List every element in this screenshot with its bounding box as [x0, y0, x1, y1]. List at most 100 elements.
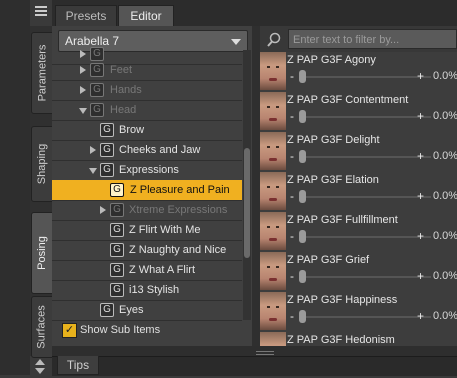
- expand-arrow-icon[interactable]: [90, 146, 96, 154]
- increment-button[interactable]: +: [417, 269, 424, 283]
- collapse-arrow-icon[interactable]: [89, 168, 97, 174]
- tree-scrollbar-thumb[interactable]: [244, 148, 250, 258]
- slider-track[interactable]: [301, 116, 431, 118]
- expand-arrow-icon[interactable]: [80, 50, 86, 58]
- tree-item-z-naughty-and-nice[interactable]: G Z Naughty and Nice: [52, 240, 242, 261]
- group-icon: G: [100, 123, 114, 137]
- expand-arrow-icon[interactable]: [100, 206, 106, 214]
- checkmark-icon[interactable]: ✓: [62, 323, 77, 338]
- tree-item-z-what-a-flirt[interactable]: G Z What A Flirt: [52, 260, 242, 281]
- slider-handle[interactable]: [299, 270, 306, 283]
- morph-slider[interactable]: - +0.0%: [287, 149, 457, 165]
- decrement-button[interactable]: -: [290, 69, 294, 83]
- group-icon: G: [90, 47, 104, 61]
- morph-slider[interactable]: - +0.0%: [287, 269, 457, 285]
- tree-item-label: Z Naughty and Nice: [129, 244, 227, 256]
- slider-track[interactable]: [301, 236, 431, 238]
- resize-grip-icon[interactable]: [256, 347, 274, 355]
- morph-name: Z PAP G3F Fullfillment: [287, 214, 398, 226]
- decrement-button[interactable]: -: [290, 109, 294, 123]
- morph-value[interactable]: 0.0%: [433, 310, 457, 322]
- increment-button[interactable]: +: [417, 189, 424, 203]
- group-icon: G: [100, 163, 114, 177]
- show-sub-items-checkbox[interactable]: ✓ Show Sub Items: [58, 321, 248, 339]
- morph-row[interactable]: Z PAP G3F Delight - +0.0%: [260, 132, 457, 173]
- morph-value[interactable]: 0.0%: [433, 70, 457, 82]
- increment-button[interactable]: +: [417, 309, 424, 323]
- tree-item-xtreme-expressions[interactable]: G Xtreme Expressions: [52, 200, 242, 221]
- tree-item-brow[interactable]: G Brow: [52, 120, 242, 141]
- morph-value[interactable]: 0.0%: [433, 230, 457, 242]
- morph-slider[interactable]: - +0.0%: [287, 109, 457, 125]
- side-tab-label: Parameters: [36, 44, 49, 102]
- slider-handle[interactable]: [299, 110, 306, 123]
- decrement-button[interactable]: -: [290, 269, 294, 283]
- decrement-button[interactable]: -: [290, 149, 294, 163]
- increment-button[interactable]: +: [417, 229, 424, 243]
- morph-row[interactable]: Z PAP G3F Contentment - +0.0%: [260, 92, 457, 133]
- slider-track[interactable]: [301, 156, 431, 158]
- tree-item-hands[interactable]: G Hands: [52, 80, 242, 101]
- expand-arrow-icon[interactable]: [80, 66, 86, 74]
- decrement-button[interactable]: -: [290, 229, 294, 243]
- increment-button[interactable]: +: [417, 69, 424, 83]
- morph-row[interactable]: Z PAP G3F Fullfillment - +0.0%: [260, 212, 457, 253]
- tab-editor[interactable]: Editor: [118, 5, 174, 26]
- top-tab-bar: Presets Editor: [52, 0, 457, 27]
- slider-track[interactable]: [301, 196, 431, 198]
- morph-thumbnail: [260, 252, 286, 290]
- tree-item-head[interactable]: G Head: [52, 100, 242, 121]
- tree-item-i13-stylish[interactable]: G i13 Stylish: [52, 280, 242, 301]
- side-tab-surfaces[interactable]: Surfaces: [31, 296, 53, 358]
- filter-input[interactable]: Enter text to filter by...: [288, 29, 457, 49]
- group-icon: G: [90, 63, 104, 77]
- slider-track[interactable]: [301, 316, 431, 318]
- slider-track[interactable]: [301, 76, 431, 78]
- decrement-button[interactable]: -: [290, 189, 294, 203]
- search-icon[interactable]: [265, 31, 283, 49]
- decrement-button[interactable]: -: [290, 309, 294, 323]
- slider-handle[interactable]: [299, 150, 306, 163]
- tab-tips[interactable]: Tips: [57, 356, 99, 375]
- side-tab-parameters[interactable]: Parameters: [31, 32, 53, 114]
- morph-value[interactable]: 0.0%: [433, 150, 457, 162]
- increment-button[interactable]: +: [417, 149, 424, 163]
- tree-item-z-flirt-with-me[interactable]: G Z Flirt With Me: [52, 220, 242, 241]
- morph-slider[interactable]: - +0.0%: [287, 69, 457, 85]
- panel-menu-icon[interactable]: [32, 2, 50, 20]
- slider-handle[interactable]: [299, 70, 306, 83]
- tree-item-label: Eyes: [119, 304, 144, 316]
- collapse-arrow-icon[interactable]: [79, 108, 87, 114]
- tree-item-z-pleasure-and-pain[interactable]: G Z Pleasure and Pain: [52, 180, 242, 201]
- slider-handle[interactable]: [299, 230, 306, 243]
- tree-item-eyes[interactable]: G Eyes: [52, 300, 242, 321]
- tab-presets[interactable]: Presets: [55, 5, 117, 26]
- side-tab-posing[interactable]: Posing: [31, 212, 53, 294]
- tree-item-label: i13 Stylish: [129, 284, 180, 296]
- panel-splitter[interactable]: [252, 26, 260, 356]
- morph-row[interactable]: Z PAP G3F Elation - +0.0%: [260, 172, 457, 213]
- morph-row[interactable]: Z PAP G3F Agony - +0.0%: [260, 52, 457, 93]
- group-icon: G: [110, 243, 124, 257]
- slider-track[interactable]: [301, 276, 431, 278]
- morph-slider[interactable]: - +0.0%: [287, 229, 457, 245]
- tree-item-feet[interactable]: G Feet: [52, 60, 242, 81]
- morph-row[interactable]: Z PAP G3F Happiness - +0.0%: [260, 292, 457, 333]
- increment-button[interactable]: +: [417, 109, 424, 123]
- side-tab-shaping[interactable]: Shaping: [31, 126, 53, 202]
- morph-name: Z PAP G3F Hedonism: [287, 334, 395, 346]
- morph-row[interactable]: Z PAP G3F Grief - +0.0%: [260, 252, 457, 293]
- tree-item-cheeks-and-jaw[interactable]: G Cheeks and Jaw: [52, 140, 242, 161]
- morph-value[interactable]: 0.0%: [433, 190, 457, 202]
- left-edge-strip: [0, 0, 30, 375]
- slider-handle[interactable]: [299, 310, 306, 323]
- morph-value[interactable]: 0.0%: [433, 110, 457, 122]
- morph-slider[interactable]: - +0.0%: [287, 189, 457, 205]
- slider-handle[interactable]: [299, 190, 306, 203]
- scroll-down-arrow-icon[interactable]: [34, 366, 46, 374]
- expand-arrow-icon[interactable]: [80, 86, 86, 94]
- scroll-up-arrow-icon[interactable]: [34, 357, 46, 365]
- morph-slider[interactable]: - +0.0%: [287, 309, 457, 325]
- morph-value[interactable]: 0.0%: [433, 270, 457, 282]
- tree-item-expressions[interactable]: G Expressions: [52, 160, 242, 181]
